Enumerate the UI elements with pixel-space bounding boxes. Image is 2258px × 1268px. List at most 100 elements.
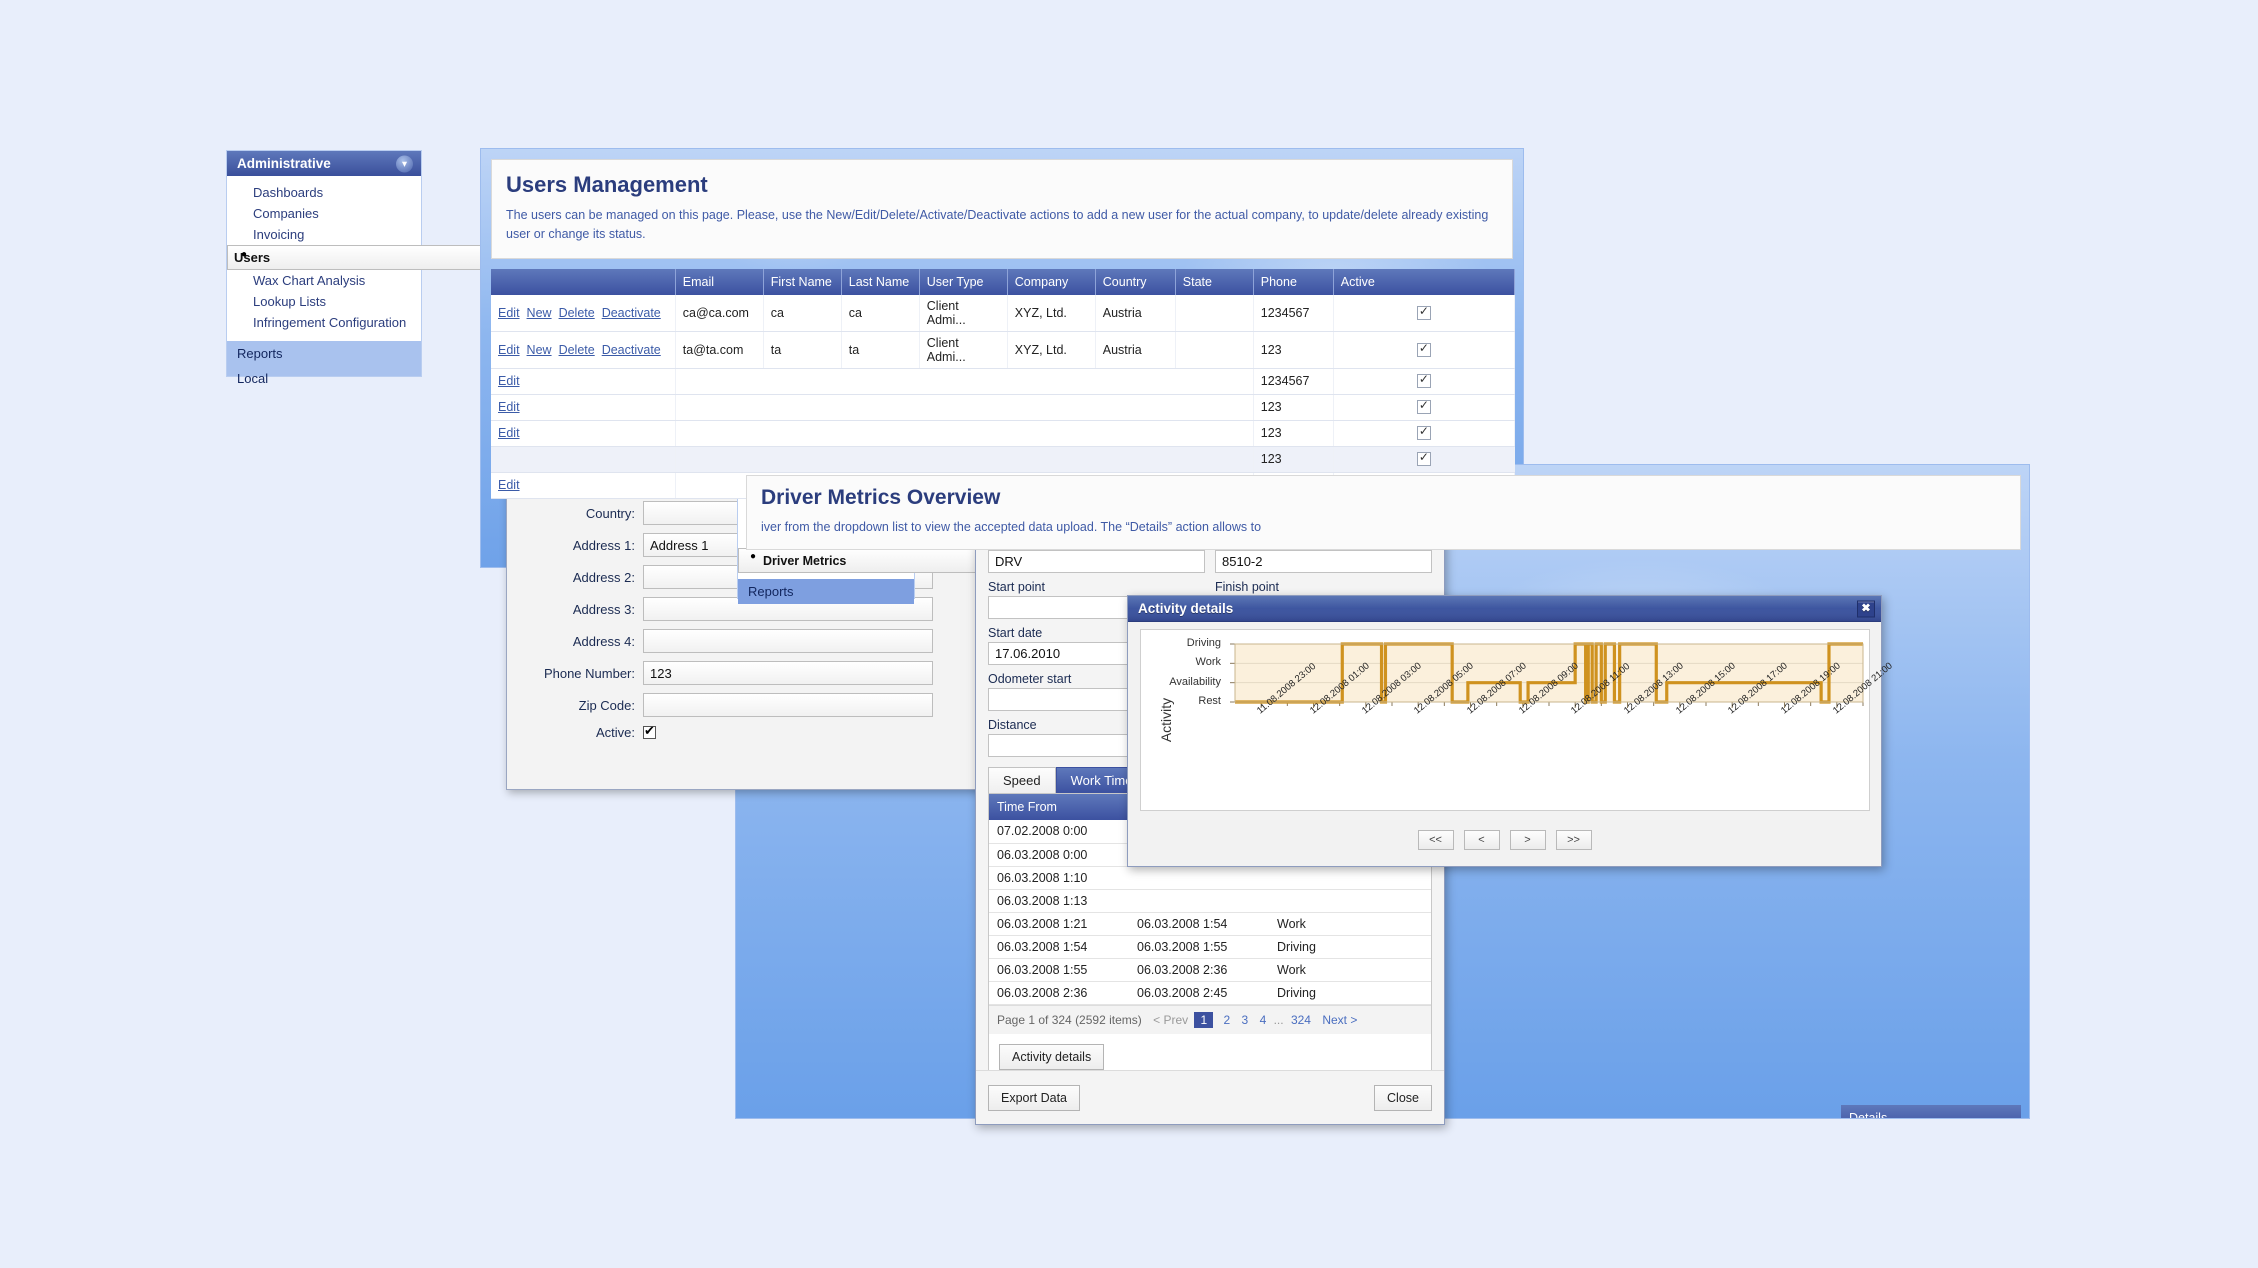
cell-country: Austria: [1095, 295, 1175, 332]
edit-link[interactable]: Edit: [498, 343, 520, 357]
zip-field[interactable]: [643, 693, 933, 717]
country-label: Country:: [525, 506, 643, 521]
table-row[interactable]: 06.03.2008 1:54 06.03.2008 1:55 Driving: [989, 935, 1431, 958]
edit-link[interactable]: Edit: [498, 478, 520, 492]
export-data-button[interactable]: Export Data: [988, 1085, 1080, 1111]
driver-metrics-header: Driver Metrics Overview iver from the dr…: [746, 475, 2021, 550]
new-link[interactable]: New: [527, 306, 552, 320]
cell-phone: 123: [1253, 394, 1333, 420]
deactivate-link[interactable]: Deactivate: [602, 306, 661, 320]
pager-prev[interactable]: < Prev: [1153, 1013, 1188, 1027]
active-checkbox[interactable]: [1417, 374, 1431, 388]
col-first-name: First Name: [763, 269, 841, 295]
active-checkbox[interactable]: [1417, 426, 1431, 440]
cell-phone: 123: [1253, 420, 1333, 446]
vehicle-field[interactable]: 8510-2: [1215, 550, 1432, 573]
cell-company: XYZ, Ltd.: [1007, 295, 1095, 332]
sidebar-group-reports[interactable]: Reports: [227, 341, 421, 366]
pager-next[interactable]: Next >: [1322, 1013, 1357, 1027]
table-row[interactable]: 123: [491, 446, 1515, 472]
table-row[interactable]: 06.03.2008 2:36 06.03.2008 2:45 Driving: [989, 981, 1431, 1004]
edit-link[interactable]: Edit: [498, 400, 520, 414]
sidebar-item-users[interactable]: Users: [227, 245, 517, 270]
chart-svg: [1141, 630, 1871, 810]
table-row[interactable]: 06.03.2008 1:13: [989, 889, 1431, 912]
cell-state: [1175, 331, 1253, 368]
sidebar-item-dashboards[interactable]: Dashboards: [227, 182, 421, 203]
cell-country: Austria: [1095, 331, 1175, 368]
pager-page-1[interactable]: 1: [1194, 1012, 1213, 1028]
sidebar-item-invoicing[interactable]: Invoicing: [227, 224, 421, 245]
first-page-button[interactable]: <<: [1418, 830, 1454, 850]
driver-field[interactable]: DRV: [988, 550, 1205, 573]
prev-page-button[interactable]: <: [1464, 830, 1500, 850]
cell-user-type: Client Admi...: [919, 295, 1007, 332]
activity-titlebar[interactable]: Activity details ✖: [1128, 596, 1881, 622]
left-navigation: Administrative ▾ Dashboards Companies In…: [226, 150, 422, 377]
work-time-pager: Page 1 of 324 (2592 items) < Prev 1 2 3 …: [989, 1005, 1431, 1034]
close-button[interactable]: Close: [1374, 1085, 1432, 1111]
table-row[interactable]: 06.03.2008 1:55 06.03.2008 2:36 Work: [989, 958, 1431, 981]
deactivate-link[interactable]: Deactivate: [602, 343, 661, 357]
sidebar-group-local[interactable]: Local: [227, 366, 421, 391]
address4-field[interactable]: [643, 629, 933, 653]
col-time-from: Time From: [989, 794, 1129, 820]
cell-email: ta@ta.com: [675, 331, 763, 368]
col-active: Active: [1333, 269, 1514, 295]
active-checkbox[interactable]: [1417, 400, 1431, 414]
cell-phone: 1234567: [1253, 295, 1333, 332]
sidebar-item-wax-chart-analysis[interactable]: Wax Chart Analysis: [227, 270, 421, 291]
pager-page-2[interactable]: 2: [1224, 1013, 1231, 1027]
field-address4: Address 4:: [525, 629, 933, 653]
new-link[interactable]: New: [527, 343, 552, 357]
row-actions: Edit: [491, 368, 675, 394]
submenu-group-reports[interactable]: Reports: [738, 579, 914, 604]
col-country: Country: [1095, 269, 1175, 295]
edit-link[interactable]: Edit: [498, 374, 520, 388]
table-row[interactable]: 06.03.2008 1:10: [989, 866, 1431, 889]
cell-phone: 1234567: [1253, 368, 1333, 394]
cell-active: [1333, 420, 1514, 446]
table-row[interactable]: Edit 123: [491, 394, 1515, 420]
table-row[interactable]: 06.03.2008 1:21 06.03.2008 1:54 Work: [989, 912, 1431, 935]
tab-speed[interactable]: Speed: [988, 767, 1056, 793]
cell-last-name: ca: [841, 295, 919, 332]
activity-details-button[interactable]: Activity details: [999, 1044, 1104, 1070]
cell-activity: Driving: [1269, 981, 1431, 1004]
close-icon[interactable]: ✖: [1857, 600, 1875, 617]
edit-link[interactable]: Edit: [498, 306, 520, 320]
active-checkbox[interactable]: [643, 726, 656, 739]
cell-active: [1333, 368, 1514, 394]
cell-time-from: 06.03.2008 1:13: [989, 889, 1129, 912]
row-actions: Edit New Delete Deactivate: [491, 331, 675, 368]
next-page-button[interactable]: >: [1510, 830, 1546, 850]
sidebar-item-lookup-lists[interactable]: Lookup Lists: [227, 291, 421, 312]
table-row[interactable]: EditNewDeleteDeactivate ta@ta.com ta ta …: [491, 331, 1515, 368]
edit-link[interactable]: Edit: [498, 426, 520, 440]
pager-page-last[interactable]: 324: [1291, 1013, 1311, 1027]
cell-time-to: [1129, 866, 1269, 889]
table-row[interactable]: EditNewDeleteDeactivate ca@ca.com ca ca …: [491, 295, 1515, 332]
delete-link[interactable]: Delete: [559, 306, 595, 320]
active-checkbox[interactable]: [1417, 343, 1431, 357]
nav-group-administrative[interactable]: Administrative ▾: [227, 151, 421, 176]
chevron-down-icon[interactable]: ▾: [396, 155, 413, 172]
active-checkbox[interactable]: [1417, 306, 1431, 320]
pager-page-3[interactable]: 3: [1242, 1013, 1249, 1027]
cell-hidden: [675, 446, 1253, 472]
active-checkbox[interactable]: [1417, 452, 1431, 466]
delete-link[interactable]: Delete: [559, 343, 595, 357]
last-page-button[interactable]: >>: [1556, 830, 1592, 850]
table-row[interactable]: Edit 123: [491, 420, 1515, 446]
cell-time-to: 06.03.2008 1:54: [1129, 912, 1269, 935]
col-last-name: Last Name: [841, 269, 919, 295]
cell-time-to: 06.03.2008 2:45: [1129, 981, 1269, 1004]
row-actions: Edit New Delete Deactivate: [491, 295, 675, 332]
sidebar-item-companies[interactable]: Companies: [227, 203, 421, 224]
activity-details-dialog: Activity details ✖ Activity RestAvailabi…: [1127, 595, 1882, 867]
sidebar-item-infringement-configuration[interactable]: Infringement Configuration: [227, 312, 421, 333]
phone-field[interactable]: 123: [643, 661, 933, 685]
details-footer: Export Data Close: [976, 1070, 1444, 1124]
pager-page-4[interactable]: 4: [1260, 1013, 1267, 1027]
table-row[interactable]: Edit 1234567: [491, 368, 1515, 394]
